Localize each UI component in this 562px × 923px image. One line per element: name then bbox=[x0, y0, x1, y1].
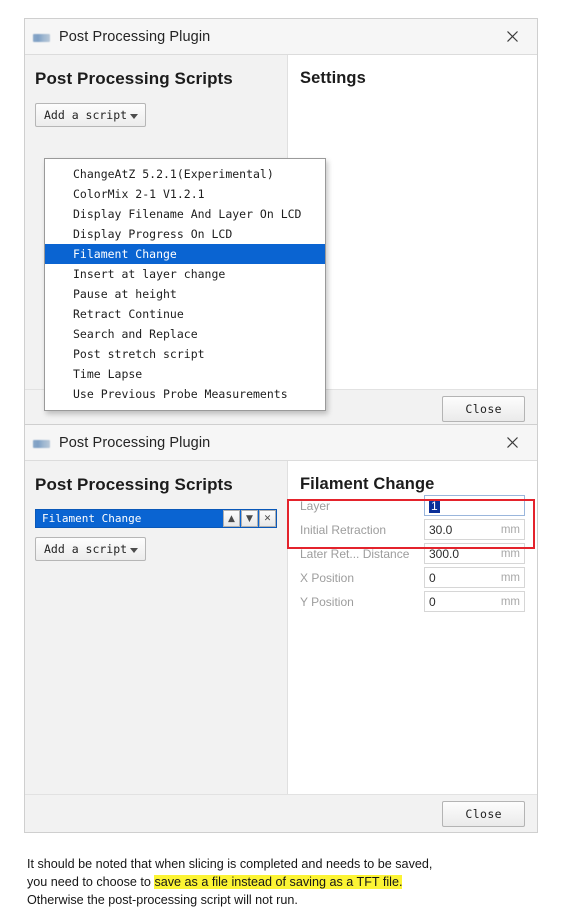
dropdown-item[interactable]: Filament Change bbox=[45, 244, 325, 264]
dropdown-item[interactable]: Retract Continue bbox=[45, 304, 325, 324]
add-script-button[interactable]: Add a script bbox=[35, 537, 147, 561]
script-item-label: Filament Change bbox=[42, 512, 142, 525]
caption-highlight: save as a file instead of saving as a TF… bbox=[154, 875, 403, 889]
caption-line-2: you need to choose to save as a file ins… bbox=[27, 873, 537, 891]
field-unit: mm bbox=[500, 571, 520, 584]
dropdown-item[interactable]: Post stretch script bbox=[45, 344, 325, 364]
field-input[interactable]: 1 bbox=[424, 495, 525, 516]
field-row: Initial Retraction 30.0 mm bbox=[300, 519, 525, 540]
field-input[interactable]: 0 mm bbox=[424, 591, 525, 612]
field-input[interactable]: 30.0 mm bbox=[424, 519, 525, 540]
caption-line-3: Otherwise the post-processing script wil… bbox=[27, 893, 298, 907]
field-unit: mm bbox=[500, 523, 520, 536]
chevron-down-icon bbox=[130, 548, 139, 553]
chevron-down-icon[interactable]: ▼ bbox=[241, 510, 258, 527]
window-title: Post Processing Plugin bbox=[59, 434, 211, 451]
remove-script-icon[interactable]: ✕ bbox=[259, 510, 276, 527]
titlebar-bottom: Post Processing Plugin bbox=[25, 425, 537, 461]
post-processing-dialog-top: Post Processing Plugin Post Processing S… bbox=[24, 18, 538, 428]
field-input[interactable]: 0 mm bbox=[424, 567, 525, 588]
caption-line-1: It should be noted that when slicing is … bbox=[27, 857, 433, 871]
dropdown-item[interactable]: Display Progress On LCD bbox=[45, 224, 325, 244]
app-logo-icon bbox=[33, 439, 50, 448]
post-processing-dialog-bottom: Post Processing Plugin Post Processing S… bbox=[24, 424, 538, 833]
field-value: 0 bbox=[429, 594, 436, 609]
field-label: Y Position bbox=[300, 594, 354, 609]
titlebar-top: Post Processing Plugin bbox=[25, 19, 537, 55]
page-title: Post Processing Scripts bbox=[35, 69, 233, 88]
settings-title: Settings bbox=[300, 69, 366, 87]
field-row: Later Ret... Distance 300.0 mm bbox=[300, 543, 525, 564]
dropdown-item[interactable]: Pause at height bbox=[45, 284, 325, 304]
list-item-filament-change[interactable]: Filament Change ▲ ▼ ✕ bbox=[35, 509, 277, 528]
settings-field-list: Layer 1 Initial Retraction 30.0 mm Later Ret.… bbox=[300, 495, 525, 612]
script-dropdown-menu[interactable]: ChangeAtZ 5.2.1(Experimental) ColorMix 2-… bbox=[44, 158, 326, 411]
dialog-body-top: Post Processing Scripts Add a script Set… bbox=[25, 55, 537, 411]
field-input[interactable]: 300.0 mm bbox=[424, 543, 525, 564]
field-row: Y Position 0 mm bbox=[300, 591, 525, 612]
field-value: 0 bbox=[429, 570, 436, 585]
close-button[interactable]: Close bbox=[442, 800, 525, 827]
dropdown-item[interactable]: Insert at layer change bbox=[45, 264, 325, 284]
field-value: 30.0 bbox=[429, 522, 453, 537]
add-script-button[interactable]: Add a script bbox=[35, 103, 147, 127]
dropdown-item[interactable]: ChangeAtZ 5.2.1(Experimental) bbox=[45, 164, 325, 184]
dropdown-item[interactable]: Search and Replace bbox=[45, 324, 325, 344]
dropdown-item[interactable]: Display Filename And Layer On LCD bbox=[45, 204, 325, 224]
field-label: Layer bbox=[300, 498, 331, 513]
caption-text: It should be noted that when slicing is … bbox=[27, 855, 537, 909]
field-unit: mm bbox=[500, 547, 520, 560]
dropdown-item[interactable]: Time Lapse bbox=[45, 364, 325, 384]
close-button[interactable]: Close bbox=[442, 395, 525, 422]
field-row: X Position 0 mm bbox=[300, 567, 525, 588]
field-label: X Position bbox=[300, 570, 355, 585]
scripts-pane-bottom: Post Processing Scripts Filament Change … bbox=[25, 461, 287, 794]
field-label: Initial Retraction bbox=[300, 522, 387, 537]
field-row: Layer 1 bbox=[300, 495, 525, 516]
field-value: 300.0 bbox=[429, 546, 460, 561]
app-logo-icon bbox=[33, 33, 50, 42]
window-title: Post Processing Plugin bbox=[59, 28, 211, 45]
screenshot-root: Post Processing Plugin Post Processing S… bbox=[0, 0, 562, 923]
add-script-label: Add a script bbox=[44, 542, 128, 556]
dropdown-item[interactable]: ColorMix 2-1 V1.2.1 bbox=[45, 184, 325, 204]
close-icon[interactable] bbox=[497, 425, 527, 460]
field-unit: mm bbox=[500, 595, 520, 608]
settings-title: Filament Change bbox=[300, 475, 435, 493]
caption-line-2-pre: you need to choose to bbox=[27, 875, 155, 889]
chevron-down-icon bbox=[130, 114, 139, 119]
settings-pane-bottom: Filament Change Layer 1 Initial Retraction… bbox=[287, 461, 537, 794]
dialog-footer-bottom: Close bbox=[25, 794, 537, 832]
close-icon[interactable] bbox=[497, 19, 527, 54]
dropdown-item[interactable]: Use Previous Probe Measurements bbox=[45, 384, 325, 404]
page-title: Post Processing Scripts bbox=[35, 475, 233, 494]
dialog-body-bottom: Post Processing Scripts Filament Change … bbox=[25, 461, 537, 794]
field-value: 1 bbox=[429, 498, 440, 513]
chevron-up-icon[interactable]: ▲ bbox=[223, 510, 240, 527]
add-script-label: Add a script bbox=[44, 108, 128, 122]
field-label: Later Ret... Distance bbox=[300, 546, 410, 561]
